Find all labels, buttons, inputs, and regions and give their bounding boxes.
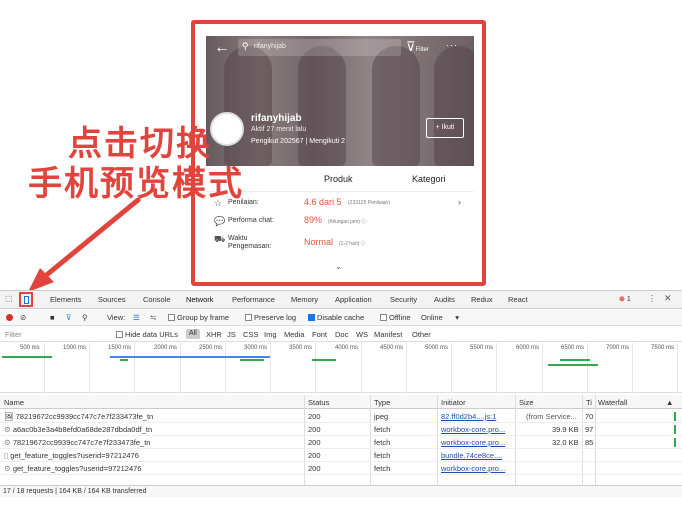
mobile-device-icon	[24, 296, 29, 304]
disable-cache-checkbox[interactable]: Disable cache	[308, 313, 364, 322]
network-toolbar: ⊘ ■ ⊽ ⚲ View: ☰ ≒ Group by frame Preserv…	[0, 310, 682, 326]
col-initiator[interactable]: Initiator	[441, 398, 466, 407]
device-toolbar-button[interactable]	[19, 292, 33, 307]
shop-active-status: Aktif 27 menit lalu	[251, 126, 307, 133]
kebab-menu-icon[interactable]: ⋮	[648, 294, 656, 303]
table-row[interactable]: ⚙ 78219672cc9939cc747c7e7f233473fe_tn 20…	[0, 436, 682, 449]
type-filter-font[interactable]: Font	[312, 330, 327, 339]
gear-icon: ⚙	[4, 464, 11, 473]
col-name[interactable]: Name	[4, 398, 24, 407]
shop-banner: ← ⚲ rifanyhijab ⊽Filter ··· rifanyhijab …	[206, 36, 474, 166]
tab-audits[interactable]: Audits	[434, 295, 455, 304]
type-filter-img[interactable]: Img	[264, 330, 277, 339]
search-icon[interactable]: ⚲	[82, 313, 88, 322]
type-filter-css[interactable]: CSS	[243, 330, 258, 339]
expand-chevron-icon[interactable]: ⌄	[335, 262, 342, 271]
col-size[interactable]: Size	[519, 398, 534, 407]
gear-icon: ⚙	[4, 425, 11, 434]
table-row[interactable]: 🖼 78219672cc9939cc747c7e7f233473fe_tn 20…	[0, 410, 682, 423]
tab-sources[interactable]: Sources	[98, 295, 126, 304]
follow-button[interactable]: + Ikuti	[426, 118, 464, 138]
col-status[interactable]: Status	[308, 398, 329, 407]
close-icon[interactable]: ✕	[664, 293, 672, 304]
shop-avatar	[210, 112, 244, 146]
annotation-line-2: 手机预览模式	[28, 164, 244, 204]
type-filter-other[interactable]: Other	[412, 330, 431, 339]
type-filter-all[interactable]: All	[186, 329, 200, 339]
table-row[interactable]: ⚙ a6ac0b3e3a4b8efd0a68de287dbda0df_tn 20…	[0, 423, 682, 436]
shop-name: rifanyhijab	[251, 113, 302, 124]
throttle-select[interactable]: Online ▾	[421, 313, 459, 322]
waterfall-bar	[674, 425, 676, 434]
filter-bar: Filter Hide data URLs All XHR JS CSS Img…	[0, 327, 682, 342]
col-type[interactable]: Type	[374, 398, 390, 407]
type-filter-doc[interactable]: Doc	[335, 330, 348, 339]
hide-data-urls-checkbox[interactable]: Hide data URLs	[116, 330, 178, 339]
devtools-tabbar: ⬚ Elements Sources Console Network Perfo…	[0, 291, 682, 309]
tab-kategori[interactable]: Kategori	[412, 174, 446, 184]
table-row[interactable]: ⚙ get_feature_toggles?userid=97212476 20…	[0, 462, 682, 475]
shop-tabs: Produk Kategori	[206, 166, 474, 192]
preserve-log-checkbox[interactable]: Preserve log	[245, 313, 296, 322]
devtools-panel: ⬚ Elements Sources Console Network Perfo…	[0, 290, 682, 506]
table-row[interactable]: ▯ get_feature_toggles?userid=97212476 20…	[0, 449, 682, 462]
tab-produk[interactable]: Produk	[324, 174, 353, 184]
waterfall-bar	[674, 438, 676, 447]
info-row-chat: 💬 Performa chat: 89% (hitungan jam) ⓘ	[214, 215, 367, 226]
group-by-frame-checkbox[interactable]: Group by frame	[168, 313, 229, 322]
mobile-preview: ← ⚲ rifanyhijab ⊽Filter ··· rifanyhijab …	[206, 36, 474, 276]
type-filter-manifest[interactable]: Manifest	[374, 330, 402, 339]
network-status-bar: 17 / 18 requests | 164 KB / 164 KB trans…	[0, 485, 682, 497]
tab-network[interactable]: Network	[186, 295, 214, 304]
tab-performance[interactable]: Performance	[232, 295, 275, 304]
file-icon-row: 🖼 78219672cc9939cc747c7e7f233473fe_tn	[4, 412, 154, 421]
tab-redux[interactable]: Redux	[471, 295, 493, 304]
back-arrow-icon[interactable]: ←	[214, 39, 230, 57]
tab-memory[interactable]: Memory	[291, 295, 318, 304]
type-filter-xhr[interactable]: XHR	[206, 330, 222, 339]
chat-icon: 💬	[214, 216, 226, 226]
requests-table-header: Name Status Type Initiator Size Ti Water…	[0, 395, 682, 409]
tab-elements[interactable]: Elements	[50, 295, 81, 304]
search-icon: ⚲	[242, 41, 249, 51]
type-filter-ws[interactable]: WS	[356, 330, 368, 339]
record-icon[interactable]	[6, 314, 13, 321]
error-count-badge[interactable]: ⊗ 1	[619, 295, 631, 303]
top-sliver	[0, 0, 682, 8]
sort-up-icon[interactable]: ▲	[666, 398, 673, 407]
type-filter-media[interactable]: Media	[284, 330, 304, 339]
gear-icon: ⚙	[4, 438, 11, 447]
filter-button[interactable]: ⊽Filter	[406, 39, 429, 55]
mobile-search-input[interactable]: ⚲ rifanyhijab	[238, 39, 401, 56]
shop-info: ☆ Penilaian: 4.6 dari 5 (233125 Penilaia…	[206, 196, 474, 254]
overview-icon[interactable]: ≒	[150, 313, 156, 322]
filter-input[interactable]: Filter	[5, 330, 22, 339]
type-filter-js[interactable]: JS	[227, 330, 236, 339]
truck-icon: ⛟	[214, 234, 226, 244]
more-icon[interactable]: ···	[446, 40, 458, 50]
screenshot-icon[interactable]: ■	[50, 313, 55, 322]
chevron-right-icon: ›	[458, 197, 461, 207]
tab-application[interactable]: Application	[335, 295, 372, 304]
network-overview-timeline[interactable]: 500 ms 1000 ms 1500 ms 2000 ms 2500 ms 3…	[0, 343, 682, 393]
large-rows-icon[interactable]: ☰	[133, 313, 140, 322]
inspect-element-icon[interactable]: ⬚	[5, 294, 13, 303]
error-icon: ⊗	[619, 296, 625, 303]
col-waterfall[interactable]: Waterfall	[598, 398, 627, 407]
info-row-rating[interactable]: ☆ Penilaian: 4.6 dari 5 (233125 Penilaia…	[206, 196, 474, 214]
tab-react[interactable]: React	[508, 295, 528, 304]
tab-console[interactable]: Console	[143, 295, 171, 304]
file-icon: ▯	[4, 451, 9, 460]
offline-checkbox[interactable]: Offline	[380, 313, 411, 322]
info-row-packing: ⛟ Waktu Pengemasan: Normal (1-2 hari) ⓘ	[214, 234, 366, 250]
clear-icon[interactable]: ⊘	[20, 313, 26, 322]
col-time[interactable]: Ti	[586, 398, 592, 407]
filter-icon[interactable]: ⊽	[66, 313, 72, 322]
waterfall-bar	[674, 412, 676, 421]
shop-follow-stats: Pengikut 202567 | Mengikuti 2	[251, 138, 346, 145]
tab-security[interactable]: Security	[390, 295, 417, 304]
